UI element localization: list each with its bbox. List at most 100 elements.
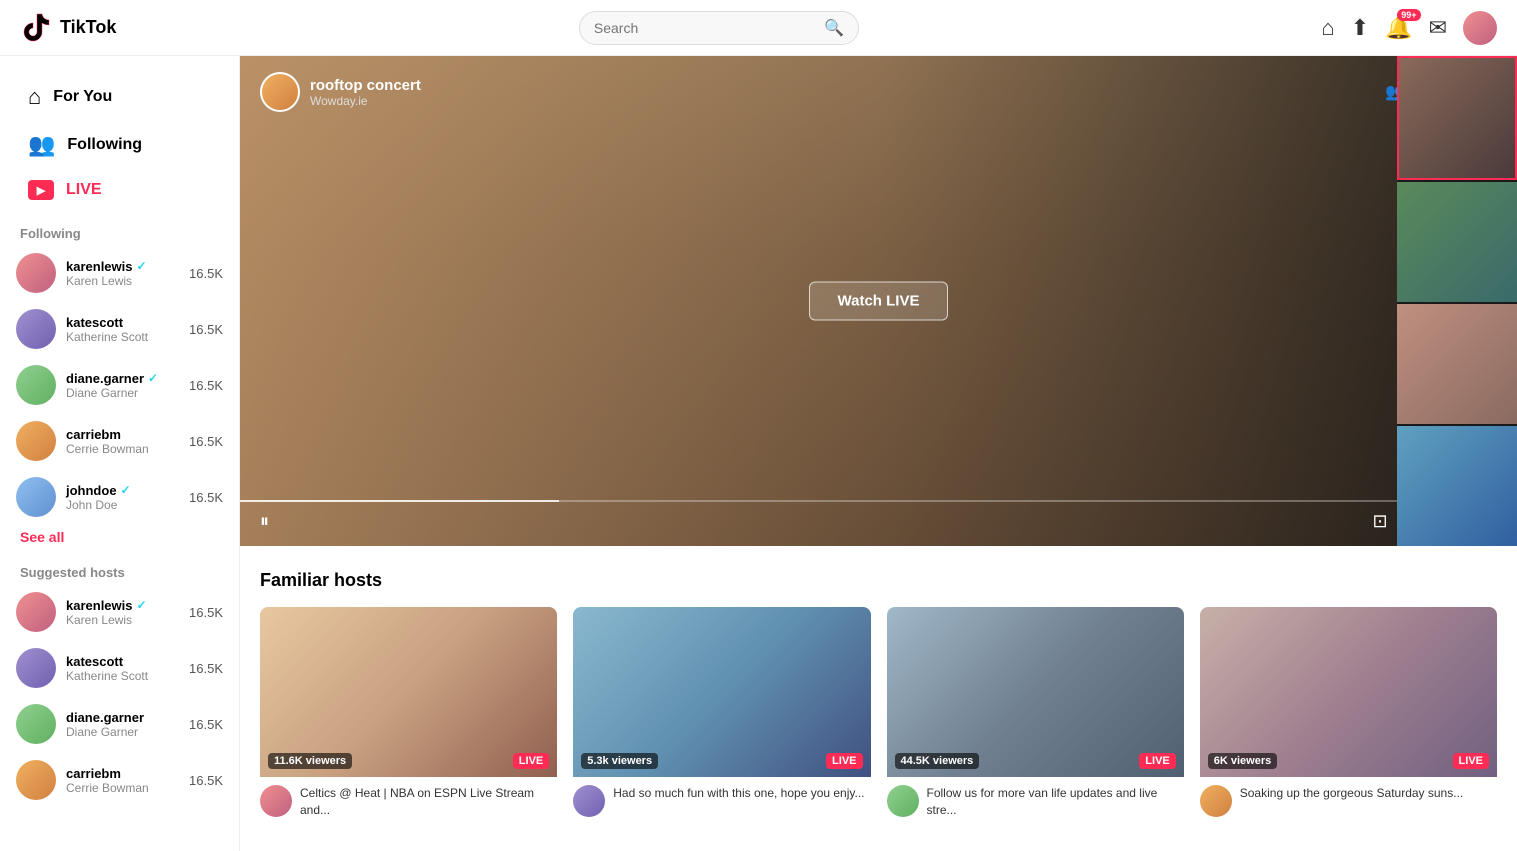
host-mini-avatar-2 [887, 785, 919, 817]
main-content: rooftop concert Wowday.ie 👥 3485 LIVE Wa… [240, 56, 1517, 851]
host-mini-avatar-0 [260, 785, 292, 817]
sidebar-label-following: Following [67, 136, 142, 154]
avatar-suggested-carriebm [16, 760, 56, 800]
host-card-0[interactable]: 11.6K viewers LIVE Celtics @ Heat | NBA … [260, 607, 557, 827]
host-info-2: Follow us for more van life updates and … [887, 777, 1184, 827]
avatar-suggested-katescott [16, 648, 56, 688]
user-info-katescott: katescott Katherine Scott [66, 315, 179, 344]
thumb-2[interactable] [1397, 182, 1517, 302]
thumb-1[interactable] [1397, 56, 1517, 180]
sidebar-item-live[interactable]: ▶ LIVE [8, 170, 231, 210]
avatar-diane [16, 365, 56, 405]
familiar-hosts-title: Familiar hosts [260, 570, 1497, 591]
host-thumb-bg-3 [1200, 607, 1497, 777]
logo-text: TikTok [60, 17, 116, 38]
host-thumb-bg-0 [260, 607, 557, 777]
home-icon[interactable]: ⌂ [1321, 15, 1334, 41]
live-tag-3: LIVE [1453, 753, 1489, 769]
user-info-carriebm: carriebm Cerrie Bowman [66, 427, 179, 456]
viewer-badge-2: 44.5K viewers [895, 753, 980, 769]
upload-icon[interactable]: ⬆ [1351, 15, 1369, 41]
suggested-user-diane[interactable]: diane.garner Diane Garner 16.5K [0, 696, 239, 752]
host-card-2[interactable]: 44.5K viewers LIVE Follow us for more va… [887, 607, 1184, 827]
suggested-section-title: Suggested hosts [0, 557, 239, 584]
pip-button[interactable]: ⊡ [1368, 507, 1391, 536]
host-thumb-bg-1 [573, 607, 870, 777]
live-tag-2: LIVE [1139, 753, 1175, 769]
viewer-badge-3: 6K viewers [1208, 753, 1277, 769]
following-user-johndoe[interactable]: johndoe ✓ John Doe 16.5K [0, 469, 239, 525]
display-name-carriebm: Cerrie Bowman [66, 442, 179, 456]
avatar-karenlewis [16, 253, 56, 293]
search-input[interactable] [594, 20, 816, 36]
following-user-diane[interactable]: diane.garner ✓ Diane Garner 16.5K [0, 357, 239, 413]
following-user-carriebm[interactable]: carriebm Cerrie Bowman 16.5K [0, 413, 239, 469]
host-description-1: Had so much fun with this one, hope you … [613, 785, 864, 802]
thumb-bg-2 [1397, 182, 1517, 302]
display-name-johndoe: John Doe [66, 498, 179, 512]
message-icon[interactable]: ✉ [1429, 15, 1447, 41]
suggested-user-karenlewis[interactable]: karenlewis ✓ Karen Lewis 16.5K [0, 584, 239, 640]
verified-badge-diane: ✓ [148, 371, 158, 385]
live-nav-icon: ▶ [28, 180, 54, 200]
host-description-0: Celtics @ Heat | NBA on ESPN Live Stream… [300, 785, 557, 819]
user-info-suggested-katescott: katescott Katherine Scott [66, 654, 179, 683]
thumb-3[interactable] [1397, 304, 1517, 424]
username-karenlewis: karenlewis ✓ [66, 259, 179, 274]
host-mini-avatar-1 [573, 785, 605, 817]
count-katescott: 16.5K [189, 322, 223, 337]
watch-live-button[interactable]: Watch LIVE [809, 282, 949, 321]
live-host-avatar [260, 72, 300, 112]
verified-badge-johndoe: ✓ [121, 483, 131, 497]
display-name-diane: Diane Garner [66, 386, 179, 400]
display-name-katescott: Katherine Scott [66, 330, 179, 344]
thumb-4[interactable] [1397, 426, 1517, 546]
familiar-hosts-section: Familiar hosts 11.6K viewers LIVE Celtic… [240, 546, 1517, 851]
search-bar[interactable]: 🔍 [579, 11, 859, 45]
suggested-user-katescott[interactable]: katescott Katherine Scott 16.5K [0, 640, 239, 696]
suggested-user-carriebm[interactable]: carriebm Cerrie Bowman 16.5K [0, 752, 239, 808]
user-info-suggested-karenlewis: karenlewis ✓ Karen Lewis [66, 598, 179, 627]
live-host-text: rooftop concert Wowday.ie [310, 77, 421, 108]
user-info-karenlewis: karenlewis ✓ Karen Lewis [66, 259, 179, 288]
host-thumb-1: 5.3k viewers LIVE [573, 607, 870, 777]
count-carriebm: 16.5K [189, 434, 223, 449]
host-thumb-3: 6K viewers LIVE [1200, 607, 1497, 777]
sidebar-label-live: LIVE [66, 181, 102, 199]
user-avatar[interactable] [1463, 11, 1497, 45]
pause-button[interactable]: ⏸ [256, 507, 273, 536]
display-name-karenlewis: Karen Lewis [66, 274, 179, 288]
host-info-3: Soaking up the gorgeous Saturday suns... [1200, 777, 1497, 825]
user-info-suggested-diane: diane.garner Diane Garner [66, 710, 179, 739]
host-card-1[interactable]: 5.3k viewers LIVE Had so much fun with t… [573, 607, 870, 827]
live-host-info: rooftop concert Wowday.ie [260, 72, 421, 112]
host-info-1: Had so much fun with this one, hope you … [573, 777, 870, 825]
following-user-katescott[interactable]: katescott Katherine Scott 16.5K [0, 301, 239, 357]
username-carriebm: carriebm [66, 427, 179, 442]
username-diane: diane.garner ✓ [66, 371, 179, 386]
host-card-3[interactable]: 6K viewers LIVE Soaking up the gorgeous … [1200, 607, 1497, 827]
hosts-grid: 11.6K viewers LIVE Celtics @ Heat | NBA … [260, 607, 1497, 827]
count-diane: 16.5K [189, 378, 223, 393]
sidebar-item-for-you[interactable]: ⌂ For You [8, 74, 231, 120]
host-info-0: Celtics @ Heat | NBA on ESPN Live Stream… [260, 777, 557, 827]
see-all-link[interactable]: See all [0, 525, 239, 549]
user-info-johndoe: johndoe ✓ John Doe [66, 483, 179, 512]
viewer-badge-1: 5.3k viewers [581, 753, 658, 769]
notification-icon[interactable]: 🔔 99+ [1385, 15, 1412, 41]
count-johndoe: 16.5K [189, 490, 223, 505]
app-header: TikTok 🔍 ⌂ ⬆ 🔔 99+ ✉ [0, 0, 1517, 56]
user-info-suggested-carriebm: carriebm Cerrie Bowman [66, 766, 179, 795]
logo[interactable]: TikTok [20, 12, 116, 44]
viewer-badge-0: 11.6K viewers [268, 753, 352, 769]
people-nav-icon: 👥 [28, 132, 55, 158]
page-layout: ⌂ For You 👥 Following ▶ LIVE Following k… [0, 56, 1517, 851]
following-section-title: Following [0, 218, 239, 245]
sidebar-item-following[interactable]: 👥 Following [8, 122, 231, 168]
home-nav-icon: ⌂ [28, 84, 41, 110]
notification-badge: 99+ [1397, 9, 1420, 21]
count-karenlewis: 16.5K [189, 266, 223, 281]
thumb-bg-4 [1397, 426, 1517, 546]
following-user-karenlewis[interactable]: karenlewis ✓ Karen Lewis 16.5K [0, 245, 239, 301]
live-host-name: rooftop concert [310, 77, 421, 94]
